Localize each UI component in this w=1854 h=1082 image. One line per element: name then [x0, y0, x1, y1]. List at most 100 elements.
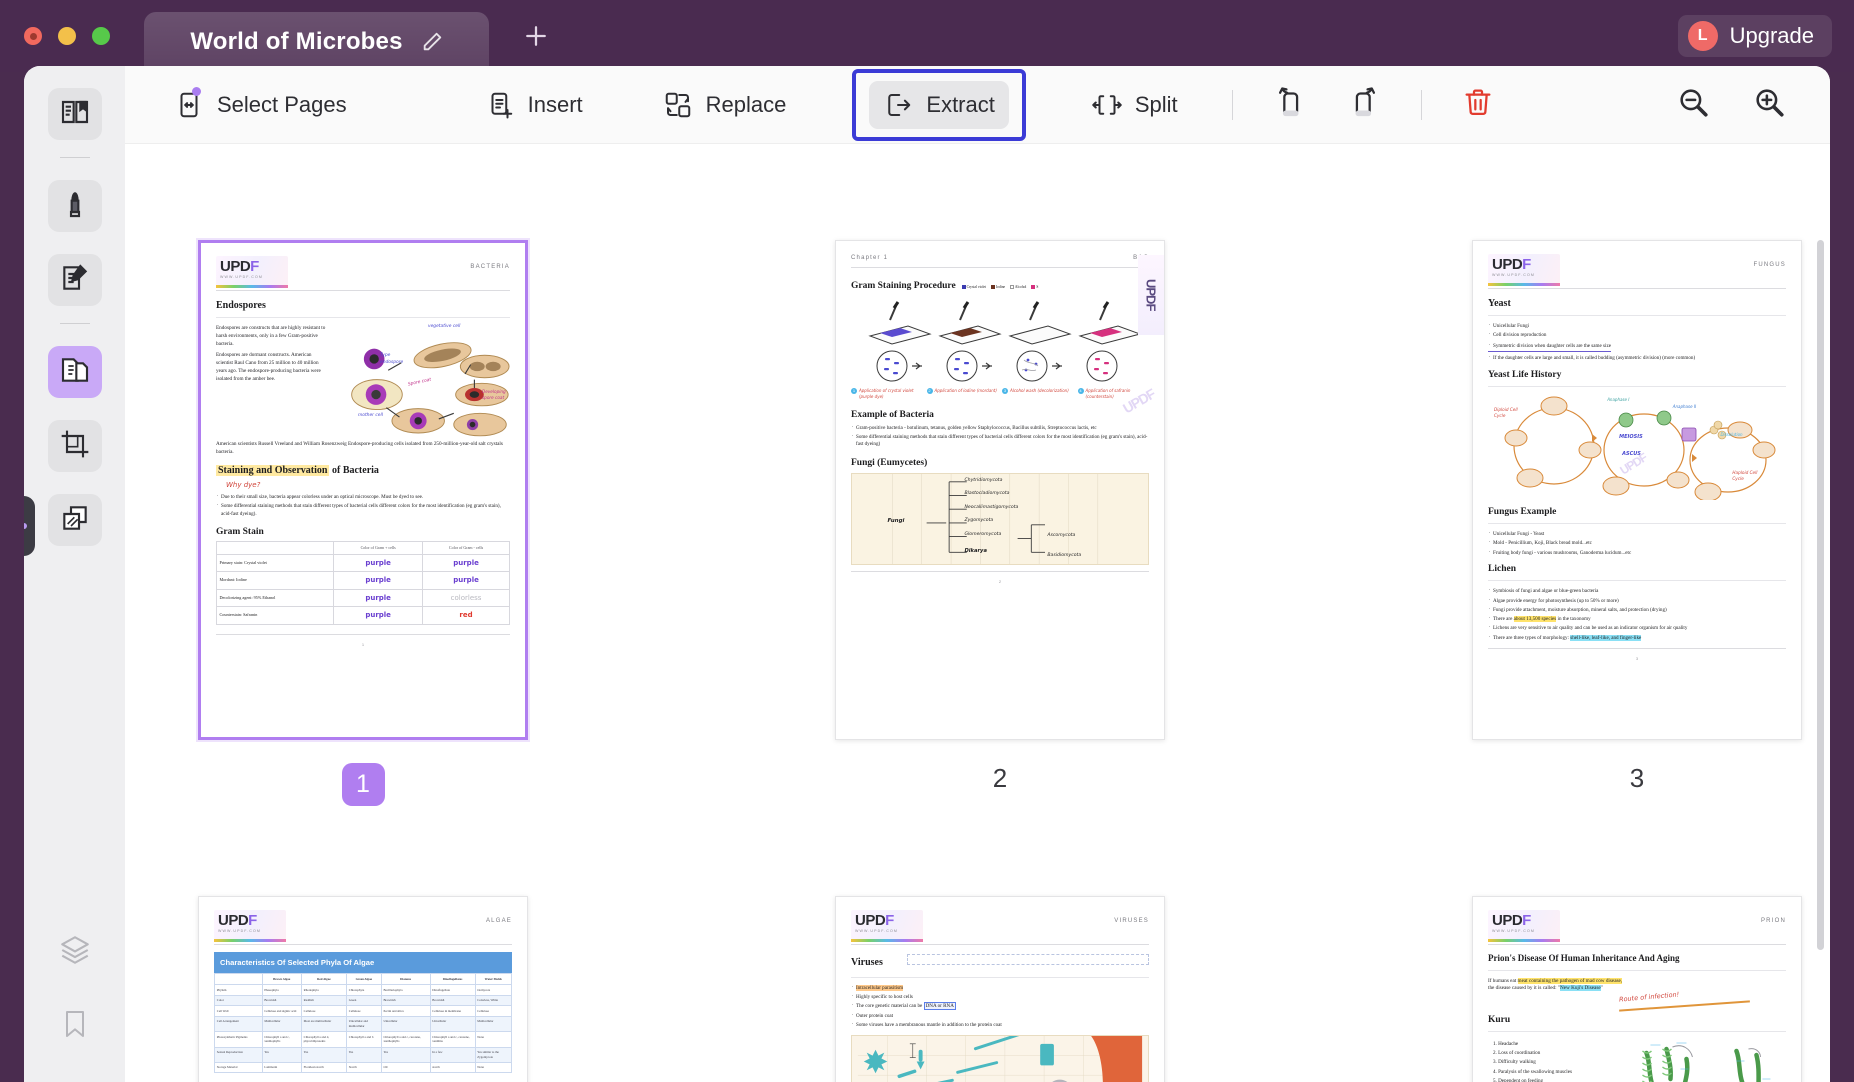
annotation: vegetative cell [428, 324, 461, 329]
page-cell-4: UPDF WWW.UPDF.COM ALGAE Characteristics … [198, 896, 528, 1082]
table-cell: Brownish [380, 994, 431, 1007]
sidebar-item-organize-pages[interactable] [47, 346, 102, 398]
rotate-right-icon [1347, 85, 1381, 124]
table-cell: Counterstain: Safranin [215, 606, 335, 625]
page-number-label-1[interactable]: 1 [198, 763, 528, 806]
sidebar-item-crop-pages[interactable] [47, 420, 102, 472]
item-label: Difficulty walking [1498, 1059, 1536, 1066]
page-thumbnail-1[interactable]: UPDF WWW.UPDF.COM BACTERIA Endospores En… [198, 240, 528, 740]
upgrade-label: Upgrade [1729, 23, 1814, 48]
sidebar-item-bookmarks[interactable] [48, 1000, 102, 1052]
table-cell: Pectin and silica [380, 1005, 431, 1017]
table-cell: red [422, 606, 510, 625]
page-number-label-3[interactable]: 3 [1472, 763, 1802, 794]
gram-stain-table: Color of Gram + cells Color of Gram - ce… [215, 540, 510, 625]
page-subheading: Lichen [1488, 564, 1516, 575]
prion-paragraph-2: the disease caused by it is called: "New… [1488, 985, 1786, 993]
vertical-scrollbar[interactable] [1817, 240, 1824, 950]
bullet-item: Some viruses have a membranous mantle in… [851, 1021, 1149, 1030]
page-thumbnail-3[interactable]: UPDF WWW.UPDF.COM FUNGUS Yeast Unicellul… [1472, 240, 1802, 740]
page-thumbnail-2[interactable]: Chapter 1 BAC Gram Staining Procedure Cr… [835, 240, 1165, 740]
page-number-badge: 1 [341, 763, 385, 806]
insert-button[interactable]: Insert [471, 81, 597, 129]
close-window-button[interactable] [24, 27, 42, 45]
zoom-out-button[interactable] [1676, 85, 1710, 124]
table-row: Primary stain: Crystal violet purple pur… [215, 553, 510, 573]
minimize-window-button[interactable] [58, 27, 76, 45]
split-page-icon [1092, 90, 1122, 120]
page-footer-number: 2 [998, 579, 1002, 585]
item-label: Dependent on feeding [1498, 1077, 1544, 1082]
numbered-item: 3. Difficulty walking [1493, 1059, 1536, 1066]
updf-logo: UPDF WWW.UPDF.COM [1488, 910, 1560, 942]
bullet-item: Gram-positive bacteria - botulinum, teta… [851, 424, 1149, 433]
zoom-in-button[interactable] [1752, 85, 1786, 124]
table-header: Red Algae [300, 973, 347, 986]
split-button[interactable]: Split [1078, 81, 1192, 129]
bullet-item: Mold - Penicillium, Koji, Black bread mo… [1488, 539, 1786, 548]
select-pages-button[interactable]: Select Pages [160, 81, 361, 129]
sidebar-item-highlighter[interactable] [47, 180, 102, 232]
table-cell: Chlorophyll a and b [345, 1031, 382, 1048]
sidebar-item-convert[interactable] [47, 494, 102, 546]
page-6-header: UPDF WWW.UPDF.COM PRION [1488, 910, 1786, 942]
extract-button[interactable]: Extract [869, 80, 1009, 129]
page-1-content: UPDF WWW.UPDF.COM BACTERIA Endospores En… [201, 243, 525, 737]
extract-button-focus-wrapper: Extract [852, 68, 1026, 141]
virus-sizes-diagram [851, 1034, 1149, 1082]
upgrade-button[interactable]: L Upgrade [1677, 15, 1832, 57]
yellow-highlight: meat containing the pathogen of mad cow … [1517, 977, 1623, 984]
insert-label: Insert [527, 91, 583, 117]
bullet-item: The core genetic material can be DNA or … [851, 1002, 1149, 1011]
page-thumbnail-4[interactable]: UPDF WWW.UPDF.COM ALGAE Characteristics … [198, 896, 528, 1082]
table-cell: Decolorizing agent: 95% Ethanol [215, 588, 335, 608]
table-cell: Unicellular [380, 1015, 431, 1033]
sidebar-item-reader-view[interactable] [47, 88, 102, 140]
bullet-item: Unicellular Fungi - Yeast [1488, 530, 1786, 539]
updf-url: WWW.UPDF.COM [218, 929, 261, 933]
page-subheading: Kuru [1488, 1015, 1511, 1026]
empty-annotation-box[interactable] [906, 954, 1149, 965]
sidebar-item-layers[interactable] [48, 926, 102, 978]
page-category: PRION [1760, 918, 1786, 924]
updf-wordmark: UPDF [1492, 913, 1556, 928]
gram-staining-diagram [851, 300, 1149, 386]
table-cell: Cellulose [474, 1005, 512, 1017]
table-cell: Green [345, 994, 382, 1007]
page-subheading: of Bacteria [329, 464, 379, 476]
replace-button[interactable]: Replace [649, 81, 801, 129]
legend-label: Alcohol [1014, 285, 1027, 289]
page-number-label-2[interactable]: 2 [835, 763, 1165, 794]
step-label: Alcohol wash (decolorization) [1010, 388, 1069, 394]
sidebar-collapse-handle[interactable] [24, 496, 35, 556]
page-subheading-highlight: Staining and Observation [216, 464, 330, 476]
new-tab-button[interactable] [519, 19, 553, 53]
page-thumbnail-5[interactable]: UPDF WWW.UPDF.COM VIRUSES Viruses · Intr… [835, 896, 1165, 1082]
table-cell: None [474, 1031, 512, 1048]
table-row: Cell Wall Cellulose and alginic acid Cel… [214, 1005, 512, 1017]
table-row: Sexual Reproduction Yes Yes Yes Yes In a… [214, 1046, 512, 1063]
sidebar-item-annotate[interactable] [47, 254, 102, 306]
page-thumbnail-6[interactable]: UPDF WWW.UPDF.COM PRION Prion's Disease … [1472, 896, 1802, 1082]
window-controls [24, 27, 110, 45]
step-label: Application of iodine (mordant) [934, 388, 997, 394]
paragraph-part: If humans eat [1488, 977, 1518, 984]
updf-logo: UPDF WWW.UPDF.COM [851, 910, 923, 942]
text-selection-box[interactable]: DNA or RNA [923, 1002, 956, 1011]
rotate-right-button[interactable] [1347, 85, 1381, 124]
replace-page-icon [663, 90, 693, 120]
page-thumbnail-area[interactable]: UPDF WWW.UPDF.COM BACTERIA Endospores En… [125, 144, 1830, 1082]
updf-color-bar [851, 939, 923, 942]
page-3-content: UPDF WWW.UPDF.COM FUNGUS Yeast Unicellul… [1473, 241, 1801, 739]
pencil-icon[interactable] [421, 31, 443, 53]
delete-pages-button[interactable] [1462, 86, 1494, 123]
tree-branch: Zygomycota [964, 518, 994, 524]
rotate-left-button[interactable] [1273, 85, 1307, 124]
maximize-window-button[interactable] [92, 27, 110, 45]
table-cell: Bacillariophyta [380, 984, 431, 996]
document-tab[interactable]: World of Microbes [144, 12, 489, 72]
updf-color-bar [214, 939, 286, 942]
page-heading: Yeast [1488, 298, 1511, 309]
table-cell: purple [422, 553, 510, 573]
table-cell: purple [422, 571, 510, 590]
